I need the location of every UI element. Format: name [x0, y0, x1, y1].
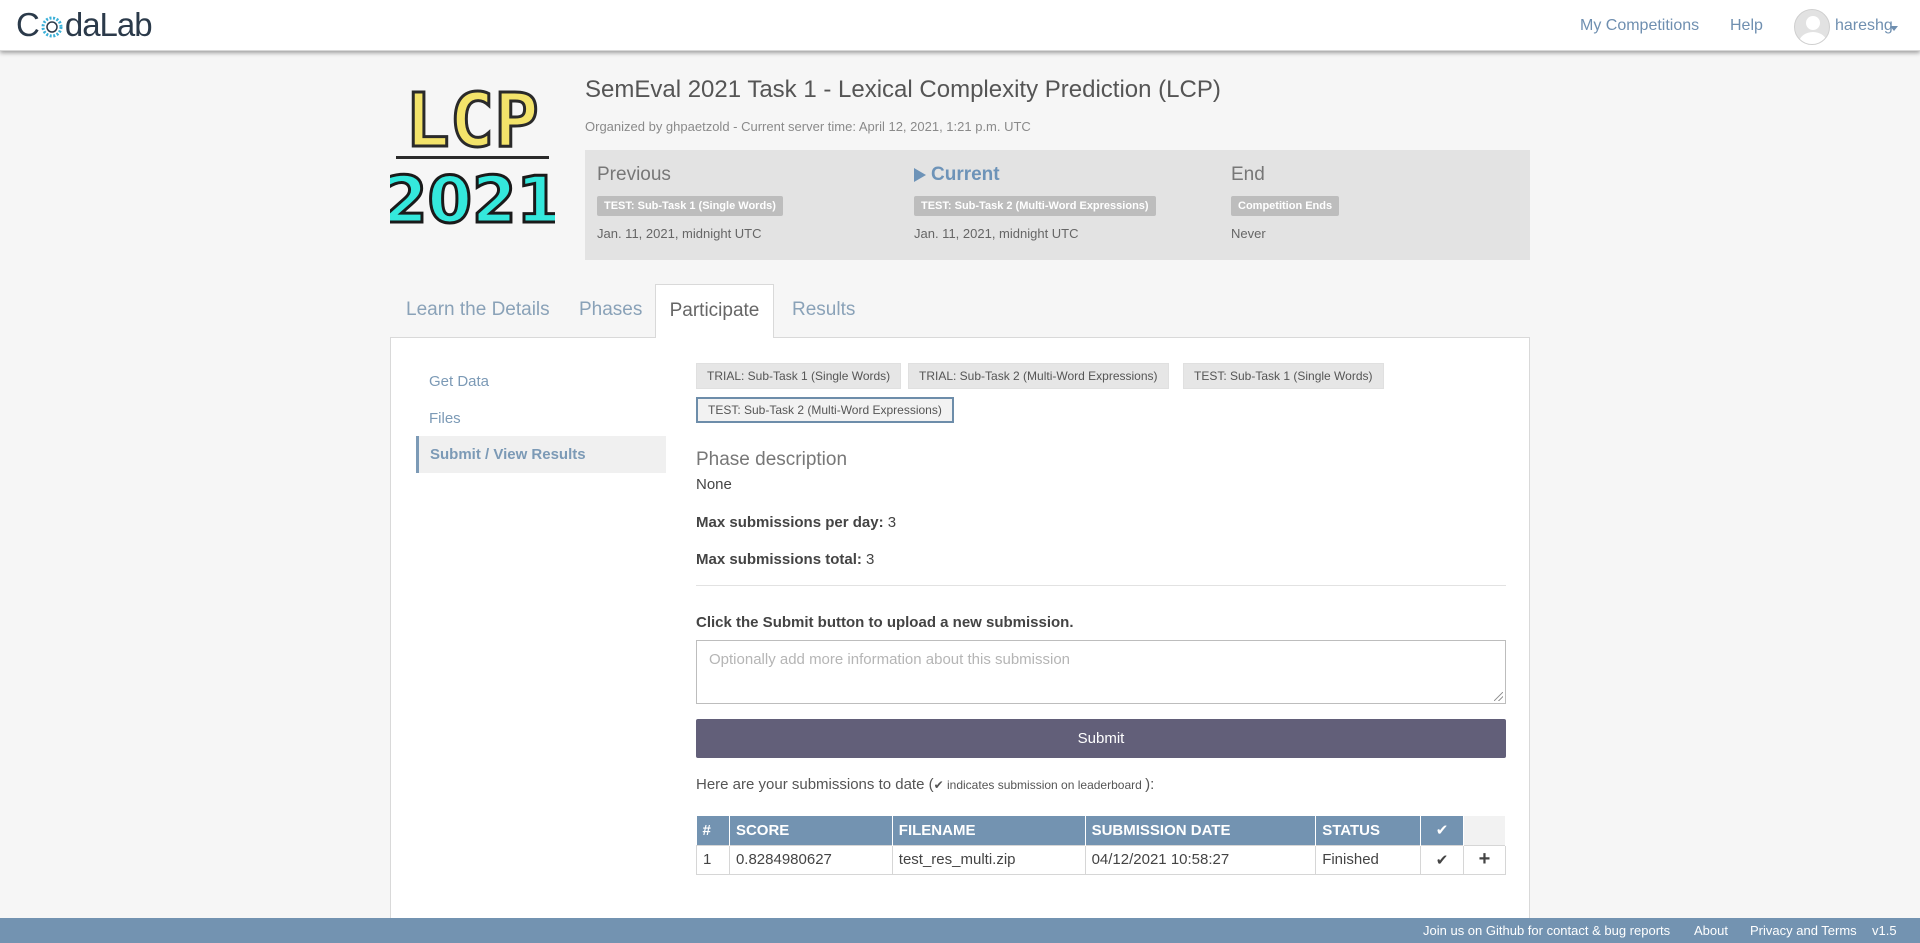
phase-end-heading: End: [1231, 164, 1265, 185]
phase-end-date: Never: [1231, 226, 1266, 241]
max-submissions-total: Max submissions total: 3: [696, 551, 874, 568]
notes-placeholder: Optionally add more information about th…: [709, 651, 1071, 668]
codalab-gear-icon: [41, 16, 63, 38]
cell-submission-date: 04/12/2021 10:58:27: [1084, 844, 1317, 875]
footer-github-link[interactable]: Join us on Github for contact & bug repo…: [1423, 923, 1670, 938]
upload-prompt: Click the Submit button to upload a new …: [696, 614, 1074, 631]
phase-current-date: Jan. 11, 2021, midnight UTC: [914, 226, 1079, 241]
phase-current-badge: TEST: Sub-Task 2 (Multi-Word Expressions…: [914, 196, 1156, 216]
logo-text-lcp: LCP: [405, 78, 539, 164]
col-header-submission-date: SUBMISSION DATE: [1085, 816, 1317, 845]
participate-panel: Get Data Files Submit / View Results TRI…: [390, 337, 1530, 943]
col-header-score: SCORE: [729, 816, 893, 845]
max-per-day-value: 3: [887, 514, 897, 531]
footer-privacy-link[interactable]: Privacy and Terms: [1750, 923, 1857, 938]
submit-button[interactable]: Submit: [696, 719, 1506, 758]
col-header-leaderboard-check-icon: ✔: [1420, 816, 1465, 845]
phase-previous: Previous TEST: Sub-Task 1 (Single Words)…: [597, 162, 783, 241]
subs-note-post: ):: [1145, 776, 1155, 793]
phase-current: Current TEST: Sub-Task 2 (Multi-Word Exp…: [914, 162, 1156, 241]
competition-logo: LCP 2021: [390, 77, 555, 231]
max-total-label: Max submissions total:: [696, 551, 862, 568]
phase-previous-badge: TEST: Sub-Task 1 (Single Words): [597, 196, 783, 216]
sidebar-item-files[interactable]: Files: [429, 410, 461, 427]
help-link[interactable]: Help: [1730, 17, 1763, 35]
submission-notes-textarea[interactable]: Optionally add more information about th…: [696, 640, 1506, 704]
codalab-logo[interactable]: C daLab: [16, 6, 153, 44]
top-navbar: C daLab My Competitions Help hareshg: [0, 0, 1920, 51]
footer-about-link[interactable]: About: [1694, 923, 1728, 938]
phase-description-title: Phase description: [696, 449, 848, 470]
checkmark-icon: ✔: [933, 778, 944, 792]
max-submissions-per-day: Max submissions per day: 3: [696, 514, 896, 531]
tab-phases[interactable]: Phases: [579, 299, 642, 321]
table-row[interactable]: 1 0.8284980627 test_res_multi.zip 04/12/…: [696, 844, 1506, 875]
cell-score: 0.8284980627: [728, 844, 893, 875]
max-total-value: 3: [866, 551, 875, 568]
tab-learn-the-details[interactable]: Learn the Details: [406, 299, 550, 321]
submissions-table: # SCORE FILENAME SUBMISSION DATE STATUS …: [696, 816, 1506, 875]
subs-note-pre: Here are your submissions to date (: [696, 776, 934, 793]
upload-prompt-text: Click the Submit button to upload a new …: [696, 614, 1074, 631]
cell-filename: test_res_multi.zip: [891, 844, 1086, 875]
col-header-filename: FILENAME: [892, 816, 1086, 845]
brand-text-right: daLab: [64, 6, 153, 43]
col-header-actions: [1463, 816, 1506, 845]
phase-timeline: Previous TEST: Sub-Task 1 (Single Words)…: [585, 150, 1530, 260]
phase-button-trial-subtask-1[interactable]: TRIAL: Sub-Task 1 (Single Words): [696, 363, 902, 389]
avatar-head: [1806, 16, 1820, 30]
footer: Join us on Github for contact & bug repo…: [0, 918, 1920, 943]
play-icon: [914, 168, 926, 182]
username-menu[interactable]: hareshg: [1835, 17, 1893, 35]
col-header-status: STATUS: [1315, 816, 1422, 845]
user-avatar[interactable]: [1794, 9, 1830, 45]
phase-button-test-subtask-2[interactable]: TEST: Sub-Task 2 (Multi-Word Expressions…: [696, 397, 954, 423]
leaderboard-check-icon[interactable]: ✔: [1420, 844, 1465, 875]
competition-meta: Organized by ghpaetzold - Current server…: [585, 119, 1031, 134]
tab-results[interactable]: Results: [792, 299, 855, 321]
phase-button-trial-subtask-2[interactable]: TRIAL: Sub-Task 2 (Multi-Word Expression…: [908, 363, 1169, 389]
cell-status: Finished: [1315, 844, 1422, 875]
phase-button-test-subtask-1[interactable]: TEST: Sub-Task 1 (Single Words): [1183, 363, 1384, 389]
max-per-day-label: Max submissions per day:: [696, 514, 884, 531]
phase-current-heading: Current: [931, 164, 1000, 185]
phase-description-text: None: [696, 476, 732, 493]
phase-previous-date: Jan. 11, 2021, midnight UTC: [597, 226, 762, 241]
section-divider: [696, 585, 1506, 586]
competition-title: SemEval 2021 Task 1 - Lexical Complexity…: [585, 76, 1221, 103]
logo-text-year: 2021: [390, 164, 555, 230]
phase-previous-heading: Previous: [597, 164, 671, 185]
col-header-number: #: [696, 816, 730, 845]
chevron-down-icon[interactable]: [1890, 26, 1898, 31]
resize-handle-icon[interactable]: [1494, 692, 1503, 701]
avatar-body: [1799, 32, 1827, 44]
brand-text-left: C: [16, 6, 40, 43]
cell-number: 1: [696, 844, 730, 875]
subs-note-mid: indicates submission on leaderboard: [943, 778, 1146, 792]
submissions-note: Here are your submissions to date (✔ ind…: [696, 776, 1154, 793]
tab-participate[interactable]: Participate: [655, 284, 774, 338]
table-header-row: # SCORE FILENAME SUBMISSION DATE STATUS …: [696, 816, 1506, 845]
logo-divider: [396, 156, 549, 159]
my-competitions-link[interactable]: My Competitions: [1580, 17, 1699, 35]
sidebar-item-submit-view-results[interactable]: Submit / View Results: [416, 436, 666, 473]
expand-plus-icon[interactable]: +: [1463, 844, 1506, 875]
phase-current-heading-row: Current: [914, 162, 1156, 188]
footer-version: v1.5: [1872, 923, 1897, 938]
phase-end-badge: Competition Ends: [1231, 196, 1340, 216]
phase-end: End Competition Ends Never: [1231, 162, 1340, 241]
sidebar-item-get-data[interactable]: Get Data: [429, 373, 489, 390]
